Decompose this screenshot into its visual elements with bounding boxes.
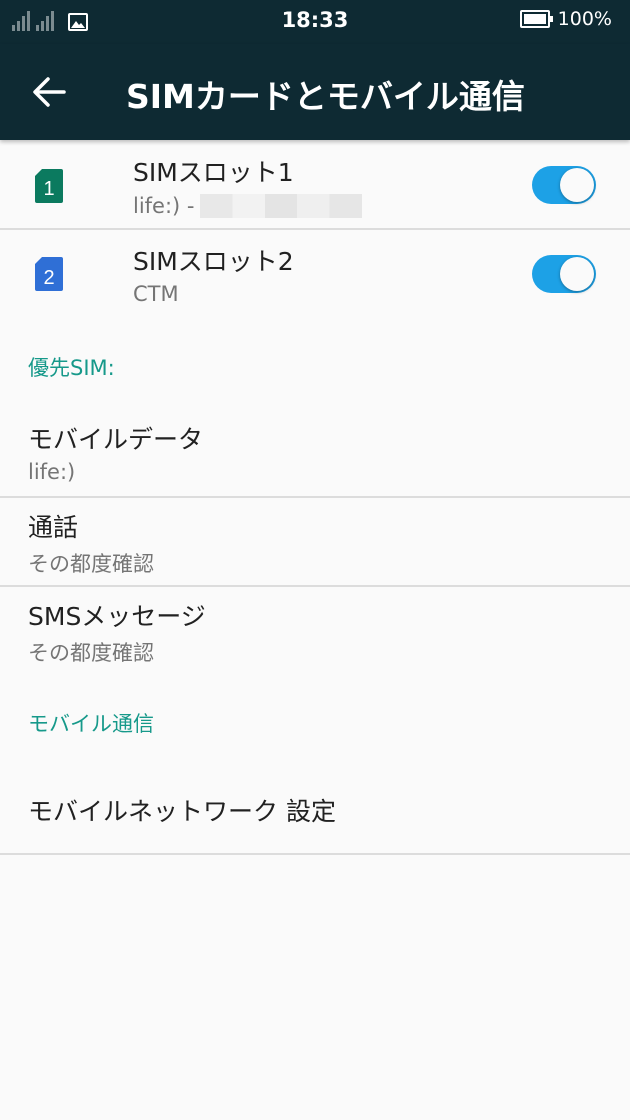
sim-slot-2-toggle[interactable]: [532, 255, 598, 293]
sim-slot-1-row[interactable]: 1 SIMスロット1 life:) -: [0, 140, 630, 229]
status-icons-right: 100%: [519, 8, 612, 30]
app-bar: SIMカードとモバイル通信: [0, 44, 630, 140]
toggle-thumb: [560, 257, 594, 291]
sms-title: SMSメッセージ: [28, 602, 206, 631]
mobile-section-header: モバイル通信: [28, 712, 154, 736]
sim-card-1-number: 1: [43, 178, 54, 200]
battery-icon: [519, 10, 553, 28]
calls-title: 通話: [28, 513, 79, 542]
back-arrow-icon[interactable]: [30, 74, 70, 110]
calls-value: その都度確認: [28, 552, 154, 576]
preferred-sim-header: 優先SIM:: [28, 356, 115, 380]
sms-item[interactable]: SMSメッセージ その都度確認: [0, 587, 630, 675]
mobile-data-value: life:): [28, 460, 76, 484]
toggle-thumb: [560, 168, 594, 202]
battery-percent: 100%: [557, 8, 612, 30]
mobile-data-item[interactable]: モバイルデータ life:): [0, 408, 630, 496]
sim-card-1-icon: 1: [35, 169, 63, 203]
sim-slot-1-subtitle: life:) -: [133, 194, 195, 218]
sim-slot-2-row[interactable]: 2 SIMスロット2 CTM: [0, 230, 630, 319]
mobile-network-settings-title: モバイルネットワーク 設定: [28, 797, 336, 826]
sim-slot-1-toggle[interactable]: [532, 166, 598, 204]
calls-item[interactable]: 通話 その都度確認: [0, 498, 630, 586]
page-title: SIMカードとモバイル通信: [126, 77, 525, 116]
sim-slot-2-title: SIMスロット2: [133, 247, 294, 276]
status-bar: 18:33 100%: [0, 0, 630, 44]
divider: [0, 853, 630, 855]
sms-value: その都度確認: [28, 641, 154, 665]
mobile-network-settings-item[interactable]: モバイルネットワーク 設定: [0, 760, 630, 852]
sim-slot-1-title: SIMスロット1: [133, 158, 294, 187]
mobile-data-title: モバイルデータ: [28, 425, 204, 454]
sim-slot-2-subtitle: CTM: [133, 282, 179, 306]
redacted-number: [200, 194, 362, 218]
sim-card-2-number: 2: [43, 267, 54, 289]
sim-card-2-icon: 2: [35, 257, 63, 291]
